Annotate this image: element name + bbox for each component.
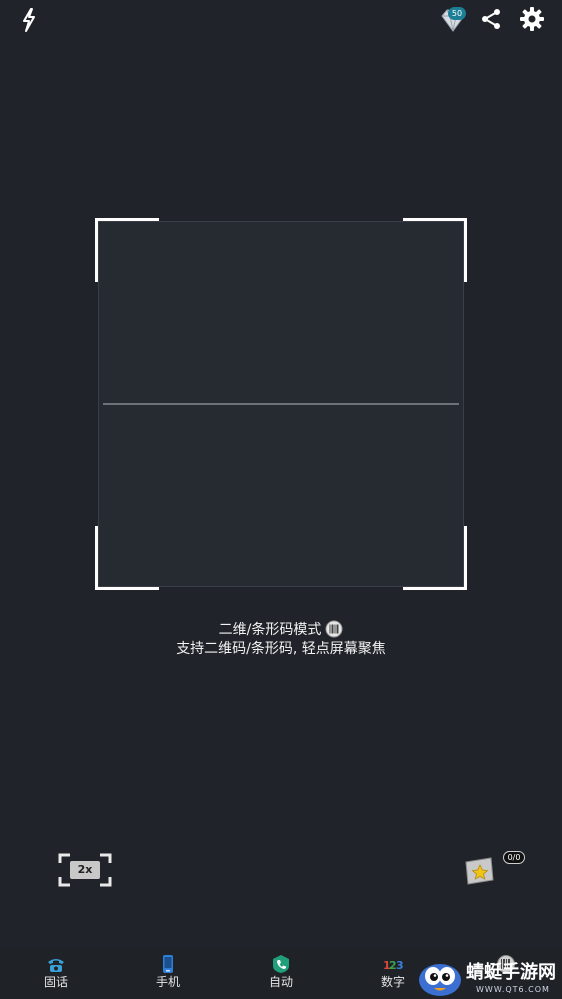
gem-count-badge: 50 — [448, 7, 466, 20]
tab-mobile[interactable]: 手机 — [112, 948, 224, 999]
scan-instruction: 支持二维码/条形码, 轻点屏幕聚焦 — [176, 641, 386, 657]
scan-line — [103, 403, 459, 405]
tab-auto-label: 自动 — [268, 975, 293, 989]
auto-call-icon — [273, 955, 289, 973]
zoom-level-label: 2x — [77, 863, 93, 876]
favorites-count-badge: 0/0 — [503, 851, 525, 864]
watermark-url: WWW.QT6.COM — [476, 985, 550, 994]
frame-corner-top-left — [95, 218, 159, 282]
tab-landline[interactable]: 固话 — [0, 948, 112, 999]
tab-landline-label: 固话 — [43, 975, 68, 989]
scan-mode-label: 二维/条形码模式 — [218, 622, 322, 638]
tab-auto[interactable]: 自动 — [225, 948, 337, 999]
watermark-text: 蜻蜓手游网 — [466, 962, 556, 983]
landline-phone-icon — [48, 959, 64, 972]
zoom-toggle-button[interactable]: 2x — [58, 853, 112, 887]
number-123-icon: 1 2 3 — [383, 959, 403, 972]
top-toolbar: 50 — [0, 0, 562, 40]
dragonfly-logo-icon — [419, 964, 461, 996]
diamond-icon[interactable]: 50 — [436, 4, 470, 36]
favorites-star-icon[interactable] — [462, 856, 498, 886]
flash-icon[interactable] — [14, 5, 44, 35]
frame-corner-top-right — [403, 218, 467, 282]
frame-corner-bottom-right — [403, 526, 467, 590]
tab-mobile-label: 手机 — [155, 975, 180, 989]
site-watermark: 蜻蜓手游网 WWW.QT6.COM — [414, 958, 562, 999]
gear-icon[interactable] — [516, 3, 548, 35]
svg-text:3: 3 — [396, 959, 403, 972]
frame-corner-bottom-left — [95, 526, 159, 590]
share-icon[interactable] — [476, 4, 506, 34]
mobile-phone-icon — [163, 955, 173, 973]
